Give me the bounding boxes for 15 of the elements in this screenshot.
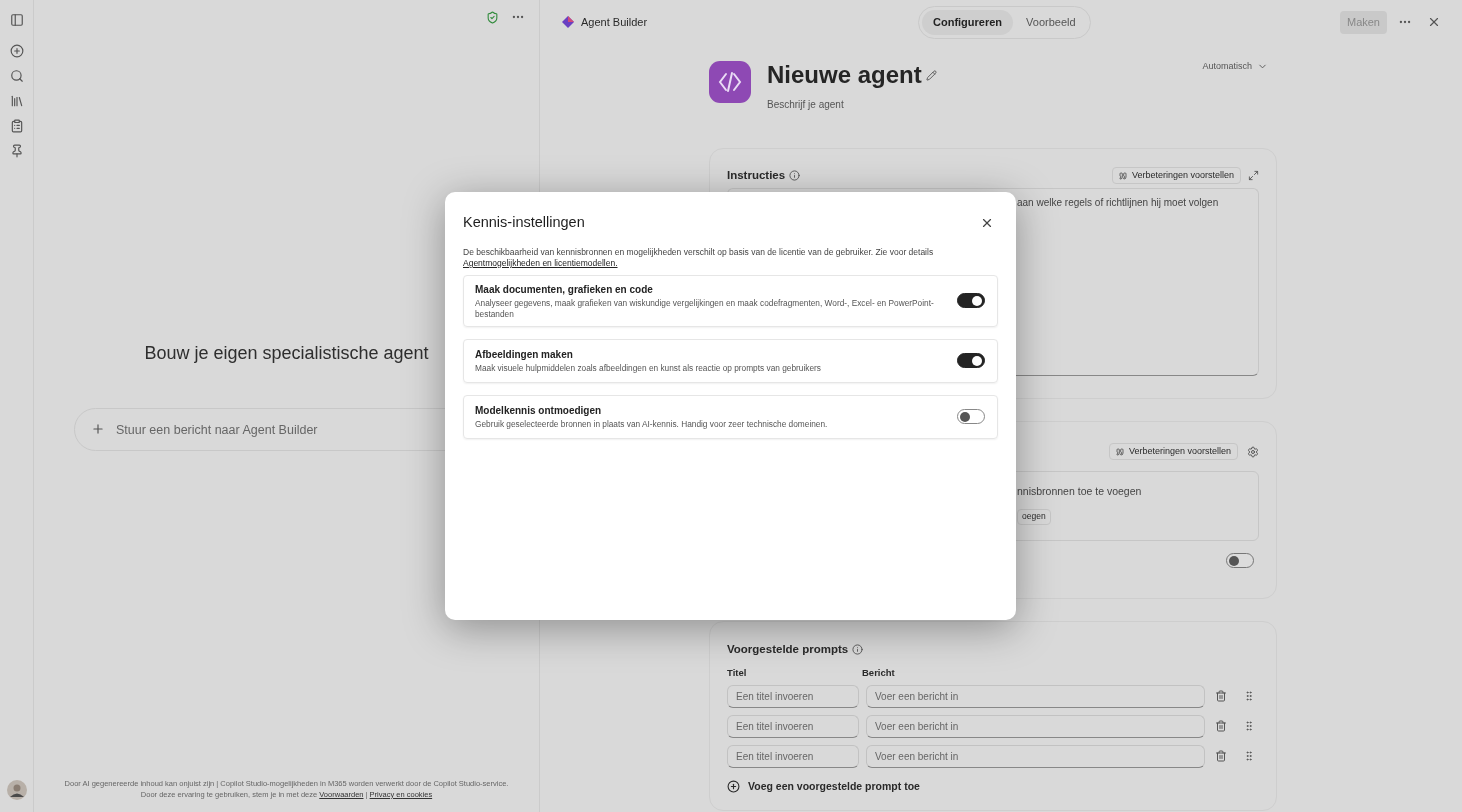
option-title: Afbeeldingen maken <box>475 348 574 363</box>
column-header: Bericht <box>862 666 895 681</box>
section-title: Instructies <box>727 168 786 183</box>
option-description: Maak visuele hulpmiddelen zoals afbeeldingen en kunst als reactie op prompts van gebruikers <box>475 363 822 375</box>
option-title: Maak documenten, grafieken en code <box>475 282 654 297</box>
knowledge-text: nnisbronnen toe te voegen <box>1017 484 1142 499</box>
dialog-description: De beschikbaarheid van kennisbronnen en mogelijkheden verschilt op basis van de licentie van de gebruiker. Zie voor details Agentmogelijkheden en licentiemodellen. <box>463 246 935 269</box>
column-header: Titel <box>727 666 748 681</box>
section-title: Voorgestelde prompts <box>727 642 849 657</box>
app-title: Agent Builder <box>581 14 648 30</box>
instructions-text: aan welke regels of richtlijnen hij moet volgen <box>1017 197 1219 209</box>
agent-name: Nieuwe agent <box>767 61 922 89</box>
dialog-title: Kennis-instellingen <box>463 213 585 232</box>
chat-heading: Bouw je eigen specialistische agent <box>144 342 429 365</box>
option-description: Analyseer gegevens, maak grafieken van wiskundige vergelijkingen en maak codefragmenten, Word-, Excel- en PowerPoint-bestanden <box>475 297 935 320</box>
